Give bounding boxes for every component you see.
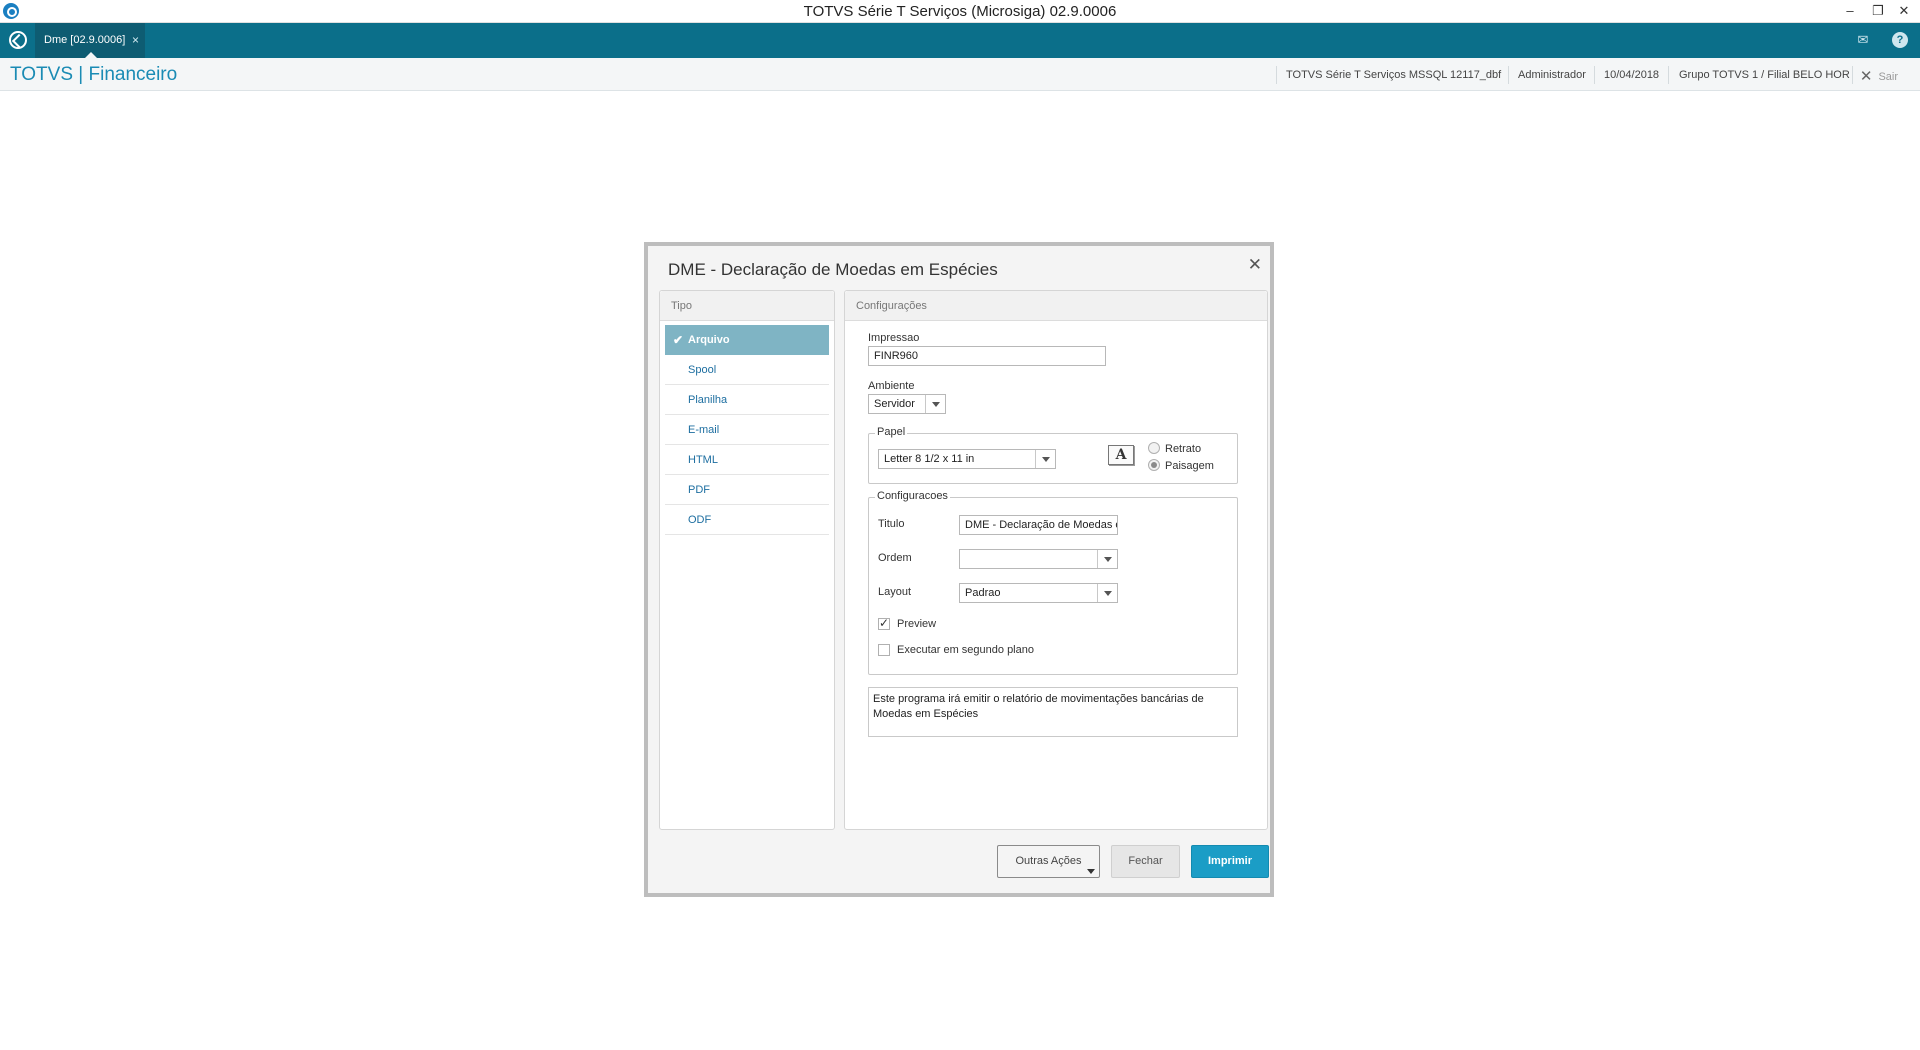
window-title: TOTVS Série T Serviços (Microsiga) 02.9.… (803, 3, 1117, 20)
close-window-icon[interactable]: ✕ (1892, 0, 1916, 23)
tipo-item-odf[interactable]: ODF (665, 505, 829, 535)
tab-close-icon[interactable]: × (132, 23, 139, 57)
paisagem-radio[interactable] (1148, 459, 1160, 471)
tipo-item-planilha[interactable]: Planilha (665, 385, 829, 415)
layout-select[interactable]: Padrao (959, 583, 1118, 603)
ordem-label: Ordem (878, 552, 912, 564)
layout-value: Padrao (965, 587, 1001, 599)
tipo-item-label: Spool (688, 364, 717, 376)
tipo-list: ✔ Arquivo Spool Planilha E-mail HTML PDF… (660, 321, 834, 539)
mail-icon[interactable]: ✉ (1855, 32, 1871, 48)
divider (1276, 66, 1277, 84)
tipo-item-email[interactable]: E-mail (665, 415, 829, 445)
papel-legend: Papel (875, 426, 908, 438)
chevron-down-icon (1097, 584, 1117, 602)
exit-label: Sair (1878, 71, 1898, 83)
divider (1594, 66, 1595, 84)
print-button[interactable]: Imprimir (1191, 845, 1269, 878)
tipo-item-label: HTML (688, 454, 718, 466)
background-checkbox[interactable] (878, 644, 890, 656)
paper-size-value: Letter 8 1/2 x 11 in (884, 453, 975, 465)
tipo-item-label: ODF (688, 514, 712, 526)
impressao-label: Impressao (868, 332, 920, 344)
tipo-item-pdf[interactable]: PDF (665, 475, 829, 505)
layout-label: Layout (878, 586, 912, 598)
tipo-item-arquivo[interactable]: ✔ Arquivo (665, 325, 829, 355)
chevron-down-icon (1035, 450, 1055, 468)
tipo-item-label: E-mail (688, 424, 720, 436)
check-icon: ✔ (673, 333, 684, 347)
close-button[interactable]: Fechar (1111, 845, 1180, 878)
dialog-close-icon[interactable]: ✕ (1248, 255, 1262, 275)
ambiente-value: Servidor (874, 398, 915, 410)
titulo-input[interactable]: DME - Declaração de Moedas e (959, 515, 1118, 535)
module-header: TOTVS | Financeiro TOTVS Série T Serviço… (0, 58, 1920, 91)
divider (1508, 66, 1509, 84)
config-panel: Configurações Impressao FINR960 Ambiente… (844, 290, 1268, 830)
preview-checkbox[interactable] (878, 616, 890, 630)
paisagem-label: Paisagem (1165, 460, 1214, 472)
ordem-select[interactable] (959, 549, 1118, 569)
papel-group: Papel Letter 8 1/2 x 11 in A Retrato Pai… (868, 426, 1238, 484)
exit-button[interactable]: ✕ Sair (1860, 67, 1898, 85)
program-description: Este programa irá emitir o relatório de … (868, 687, 1238, 737)
tipo-item-label: Planilha (688, 394, 728, 406)
divider (1852, 66, 1853, 84)
minimize-icon[interactable]: – (1838, 0, 1862, 23)
date-info: 10/04/2018 (1604, 69, 1660, 81)
help-icon[interactable]: ? (1892, 32, 1908, 48)
impressao-input[interactable]: FINR960 (868, 346, 1106, 366)
tipo-panel: Tipo ✔ Arquivo Spool Planilha E-mail HTM… (659, 290, 835, 830)
branch-info: Grupo TOTVS 1 / Filial BELO HOR (1679, 69, 1850, 81)
config-heading: Configurações (845, 291, 1267, 321)
other-actions-label: Outras Ações (1015, 855, 1082, 867)
tipo-item-html[interactable]: HTML (665, 445, 829, 475)
app-tab-bar: Dme [02.9.0006] × ✉ ? (0, 23, 1920, 58)
exit-icon: ✕ (1859, 68, 1873, 85)
chevron-down-icon (925, 395, 945, 413)
chevron-down-icon (1097, 550, 1117, 568)
retrato-label: Retrato (1165, 443, 1202, 455)
divider (1668, 66, 1669, 84)
paper-size-select[interactable]: Letter 8 1/2 x 11 in (878, 449, 1056, 469)
ambiente-label: Ambiente (868, 380, 915, 392)
tipo-item-label: Arquivo (688, 334, 730, 346)
home-icon[interactable] (9, 31, 27, 49)
tipo-item-label: PDF (688, 484, 710, 496)
tab-dme[interactable]: Dme [02.9.0006] × (35, 23, 145, 58)
background-label: Executar em segundo plano (897, 644, 1034, 656)
configuracoes-legend: Configuracoes (875, 490, 950, 502)
environment-info: TOTVS Série T Serviços MSSQL 12117_dbf (1286, 69, 1502, 81)
font-settings-icon[interactable]: A (1108, 445, 1134, 465)
ambiente-select[interactable]: Servidor (868, 394, 946, 414)
tab-label: Dme [02.9.0006] (44, 34, 126, 46)
user-info: Administrador (1518, 69, 1586, 81)
chevron-down-icon (1087, 869, 1095, 874)
tipo-item-spool[interactable]: Spool (665, 355, 829, 385)
preview-label: Preview (897, 618, 937, 630)
configuracoes-group: Configuracoes Titulo DME - Declaração de… (868, 490, 1238, 675)
dialog-title: DME - Declaração de Moedas em Espécies (668, 260, 998, 279)
module-title: TOTVS | Financeiro (10, 64, 178, 85)
retrato-radio[interactable] (1148, 442, 1160, 454)
print-dialog: DME - Declaração de Moedas em Espécies ✕… (644, 242, 1274, 897)
other-actions-button[interactable]: Outras Ações (997, 845, 1100, 878)
titulo-label: Titulo (878, 518, 905, 530)
tipo-heading: Tipo (660, 291, 834, 321)
restore-icon[interactable]: ❐ (1866, 0, 1890, 23)
window-titlebar: TOTVS Série T Serviços (Microsiga) 02.9.… (0, 0, 1920, 23)
